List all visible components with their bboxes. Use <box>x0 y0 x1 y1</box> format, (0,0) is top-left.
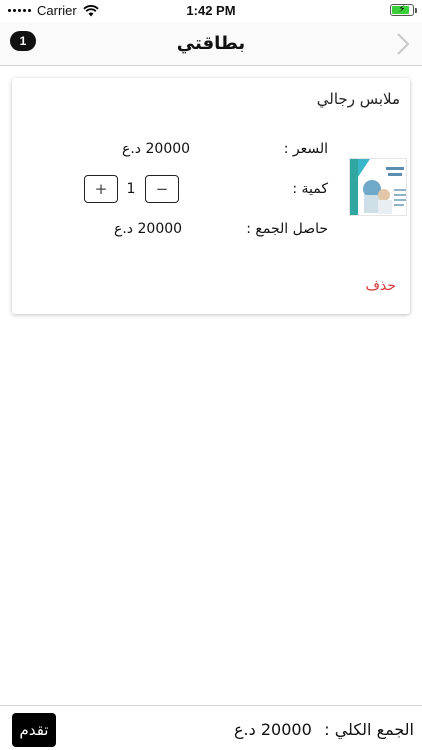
status-time: 1:42 PM <box>186 3 236 18</box>
charging-icon: ⚡ <box>398 4 406 15</box>
status-bar: Carrier 1:42 PM ⚡ <box>0 0 422 22</box>
battery-icon: ⚡ <box>390 4 417 16</box>
decrement-button[interactable]: − <box>145 175 179 203</box>
delete-button[interactable]: حذف <box>365 278 396 294</box>
cart-item-card: ملابس رجالي السعر : 20000 د.ع كمية : + 1… <box>12 78 410 314</box>
product-name: ملابس رجالي <box>316 90 400 108</box>
proceed-button[interactable]: تقدم <box>12 713 56 747</box>
total-label: الجمع الكلي : <box>324 720 414 739</box>
increment-button[interactable]: + <box>84 175 118 203</box>
price-value: 20000 د.ع <box>122 141 191 157</box>
subtotal-value: 20000 د.ع <box>114 221 183 237</box>
chevron-right-icon[interactable] <box>396 32 410 56</box>
price-label: السعر : <box>283 141 328 157</box>
quantity-value: 1 <box>126 181 136 197</box>
navigation-bar: 1 بطاقتي <box>0 22 422 66</box>
quantity-label: كمية : <box>292 181 328 197</box>
total-value: 20000 د.ع <box>234 720 312 739</box>
battery-cap <box>415 8 417 13</box>
checkout-bar: تقدم 20000 د.ع الجمع الكلي : <box>0 705 422 750</box>
product-image-graphic <box>350 159 406 215</box>
product-image[interactable] <box>349 158 407 216</box>
subtotal-label: حاصل الجمع : <box>246 221 328 237</box>
page-title: بطاقتي <box>176 33 246 54</box>
